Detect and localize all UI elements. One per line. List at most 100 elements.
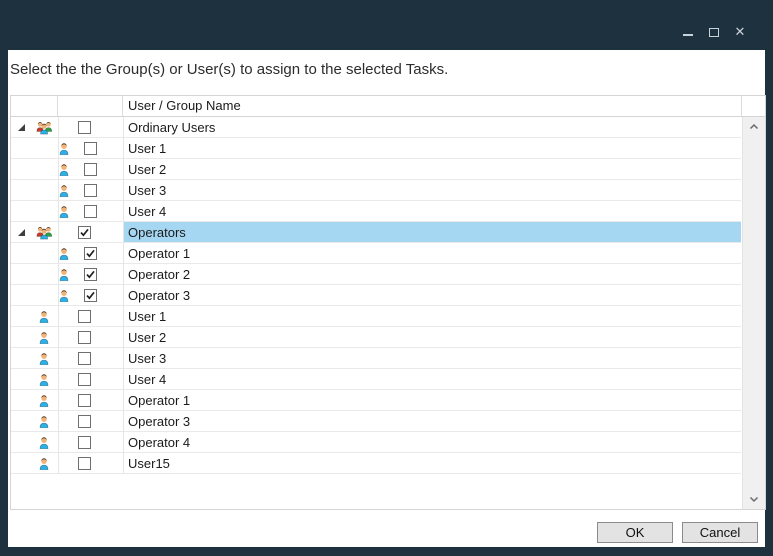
tree-row[interactable]: User 4 — [11, 201, 741, 222]
rows: Ordinary Users User 1 User 2 User 3 User… — [11, 117, 741, 474]
user-icon-wrap — [55, 184, 73, 197]
user-icon — [39, 415, 49, 428]
row-checkbox[interactable] — [84, 142, 97, 155]
user-icon — [39, 394, 49, 407]
ok-button[interactable]: OK — [597, 522, 673, 543]
dialog-window: { "window": { "title": "", "controls": [… — [0, 0, 773, 556]
close-icon[interactable]: ✕ — [733, 26, 747, 38]
tree-row[interactable]: User 4 — [11, 369, 741, 390]
row-checkbox[interactable] — [84, 163, 97, 176]
user-icon-wrap — [55, 247, 73, 260]
header-cell-scroll — [742, 96, 765, 116]
tree-row[interactable]: Operator 4 — [11, 432, 741, 453]
tree-row[interactable]: User 1 — [11, 138, 741, 159]
row-checkbox[interactable] — [84, 247, 97, 260]
row-checkbox[interactable] — [78, 121, 91, 134]
user-icon-wrap — [35, 331, 53, 344]
row-checkbox[interactable] — [78, 436, 91, 449]
row-label: User 4 — [128, 201, 166, 222]
row-label: Operator 2 — [128, 264, 190, 285]
check-icon — [85, 290, 96, 301]
titlebar: ✕ — [0, 0, 773, 50]
row-label: Ordinary Users — [128, 117, 215, 138]
row-label: Operator 1 — [128, 243, 190, 264]
check-icon — [85, 269, 96, 280]
user-group-tree-table: User / Group Name Ordinary Users User 1 … — [10, 95, 766, 510]
user-icon — [59, 205, 69, 218]
row-checkbox[interactable] — [84, 184, 97, 197]
user-icon-wrap — [55, 289, 73, 302]
row-checkbox[interactable] — [78, 457, 91, 470]
user-icon-wrap — [35, 415, 53, 428]
tree-row[interactable]: Operators — [11, 222, 741, 243]
user-icon — [39, 331, 49, 344]
cancel-button[interactable]: Cancel — [682, 522, 758, 543]
row-label: User 2 — [128, 159, 166, 180]
scroll-up-icon[interactable] — [743, 119, 765, 134]
tree-row[interactable]: Operator 3 — [11, 285, 741, 306]
expander-icon[interactable] — [18, 124, 25, 131]
row-label: Operator 3 — [128, 411, 190, 432]
user-icon-wrap — [35, 352, 53, 365]
header-cell-name[interactable]: User / Group Name — [123, 96, 742, 116]
tree-row[interactable]: User 3 — [11, 348, 741, 369]
tree-row[interactable]: Operator 1 — [11, 390, 741, 411]
group-icon — [36, 121, 53, 135]
row-checkbox[interactable] — [78, 373, 91, 386]
user-icon — [39, 457, 49, 470]
close-glyph: ✕ — [735, 26, 746, 38]
dialog-content: Select the the Group(s) or User(s) to as… — [8, 50, 765, 547]
tree-row[interactable]: Operator 3 — [11, 411, 741, 432]
row-checkbox[interactable] — [78, 352, 91, 365]
row-label: User15 — [128, 453, 170, 474]
row-label: User 4 — [128, 369, 166, 390]
row-checkbox[interactable] — [78, 226, 91, 239]
row-label: Operator 1 — [128, 390, 190, 411]
row-label: User 1 — [128, 306, 166, 327]
vertical-scrollbar[interactable] — [742, 117, 765, 509]
user-icon-wrap — [35, 457, 53, 470]
tree-row[interactable]: User15 — [11, 453, 741, 474]
minimize-icon[interactable] — [681, 26, 695, 38]
tree-row[interactable]: Operator 1 — [11, 243, 741, 264]
user-icon — [59, 247, 69, 260]
window-controls: ✕ — [681, 26, 747, 38]
row-checkbox[interactable] — [78, 310, 91, 323]
user-icon — [59, 268, 69, 281]
row-label: User 2 — [128, 327, 166, 348]
row-checkbox[interactable] — [78, 394, 91, 407]
row-checkbox[interactable] — [84, 205, 97, 218]
user-icon — [59, 163, 69, 176]
user-icon-wrap — [35, 310, 53, 323]
column-gridline-2 — [123, 117, 124, 474]
tree-row[interactable]: User 3 — [11, 180, 741, 201]
header-cell-checkbox — [58, 96, 123, 116]
tree-row[interactable]: Ordinary Users — [11, 117, 741, 138]
row-checkbox[interactable] — [78, 415, 91, 428]
group-icon-wrap — [35, 226, 53, 240]
scroll-down-icon[interactable] — [743, 492, 765, 507]
user-icon-wrap — [55, 268, 73, 281]
tree-row[interactable]: User 2 — [11, 159, 741, 180]
tree-row[interactable]: User 1 — [11, 306, 741, 327]
check-icon — [85, 248, 96, 259]
maximize-icon[interactable] — [707, 26, 721, 38]
user-icon — [59, 142, 69, 155]
tree-row[interactable]: Operator 2 — [11, 264, 741, 285]
expander-icon[interactable] — [18, 229, 25, 236]
row-label: Operators — [128, 222, 186, 243]
row-checkbox[interactable] — [84, 268, 97, 281]
tree-row[interactable]: User 2 — [11, 327, 741, 348]
row-checkbox[interactable] — [78, 331, 91, 344]
user-icon — [59, 184, 69, 197]
maximize-glyph — [709, 28, 719, 37]
user-icon — [39, 352, 49, 365]
group-icon — [36, 226, 53, 240]
user-icon-wrap — [35, 373, 53, 386]
row-checkbox[interactable] — [84, 289, 97, 302]
row-label: Operator 3 — [128, 285, 190, 306]
table-header: User / Group Name — [11, 96, 765, 117]
minimize-glyph — [683, 34, 693, 36]
row-label: User 3 — [128, 180, 166, 201]
instruction-text: Select the the Group(s) or User(s) to as… — [10, 61, 448, 78]
